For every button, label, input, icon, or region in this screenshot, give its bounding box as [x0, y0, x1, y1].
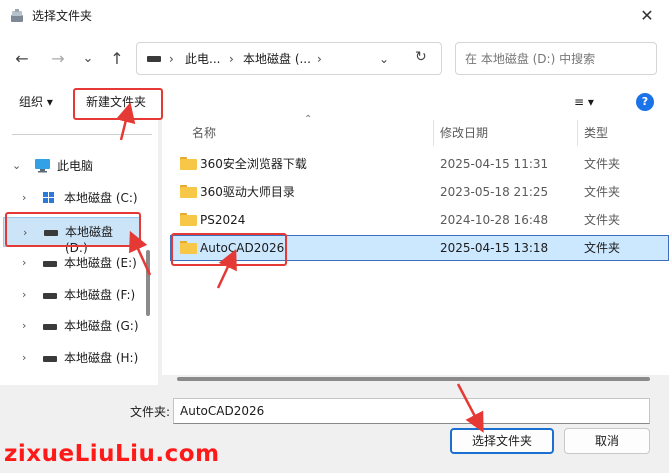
- watermark-text: zixueLiuLiu.com: [4, 441, 220, 467]
- annotation-arrows: [115, 102, 484, 433]
- arrow-to-autocad-folder: [216, 248, 237, 289]
- arrow-to-new-folder: [115, 102, 136, 141]
- arrow-to-drive-d: [129, 230, 152, 276]
- arrow-to-select-button: [456, 383, 484, 433]
